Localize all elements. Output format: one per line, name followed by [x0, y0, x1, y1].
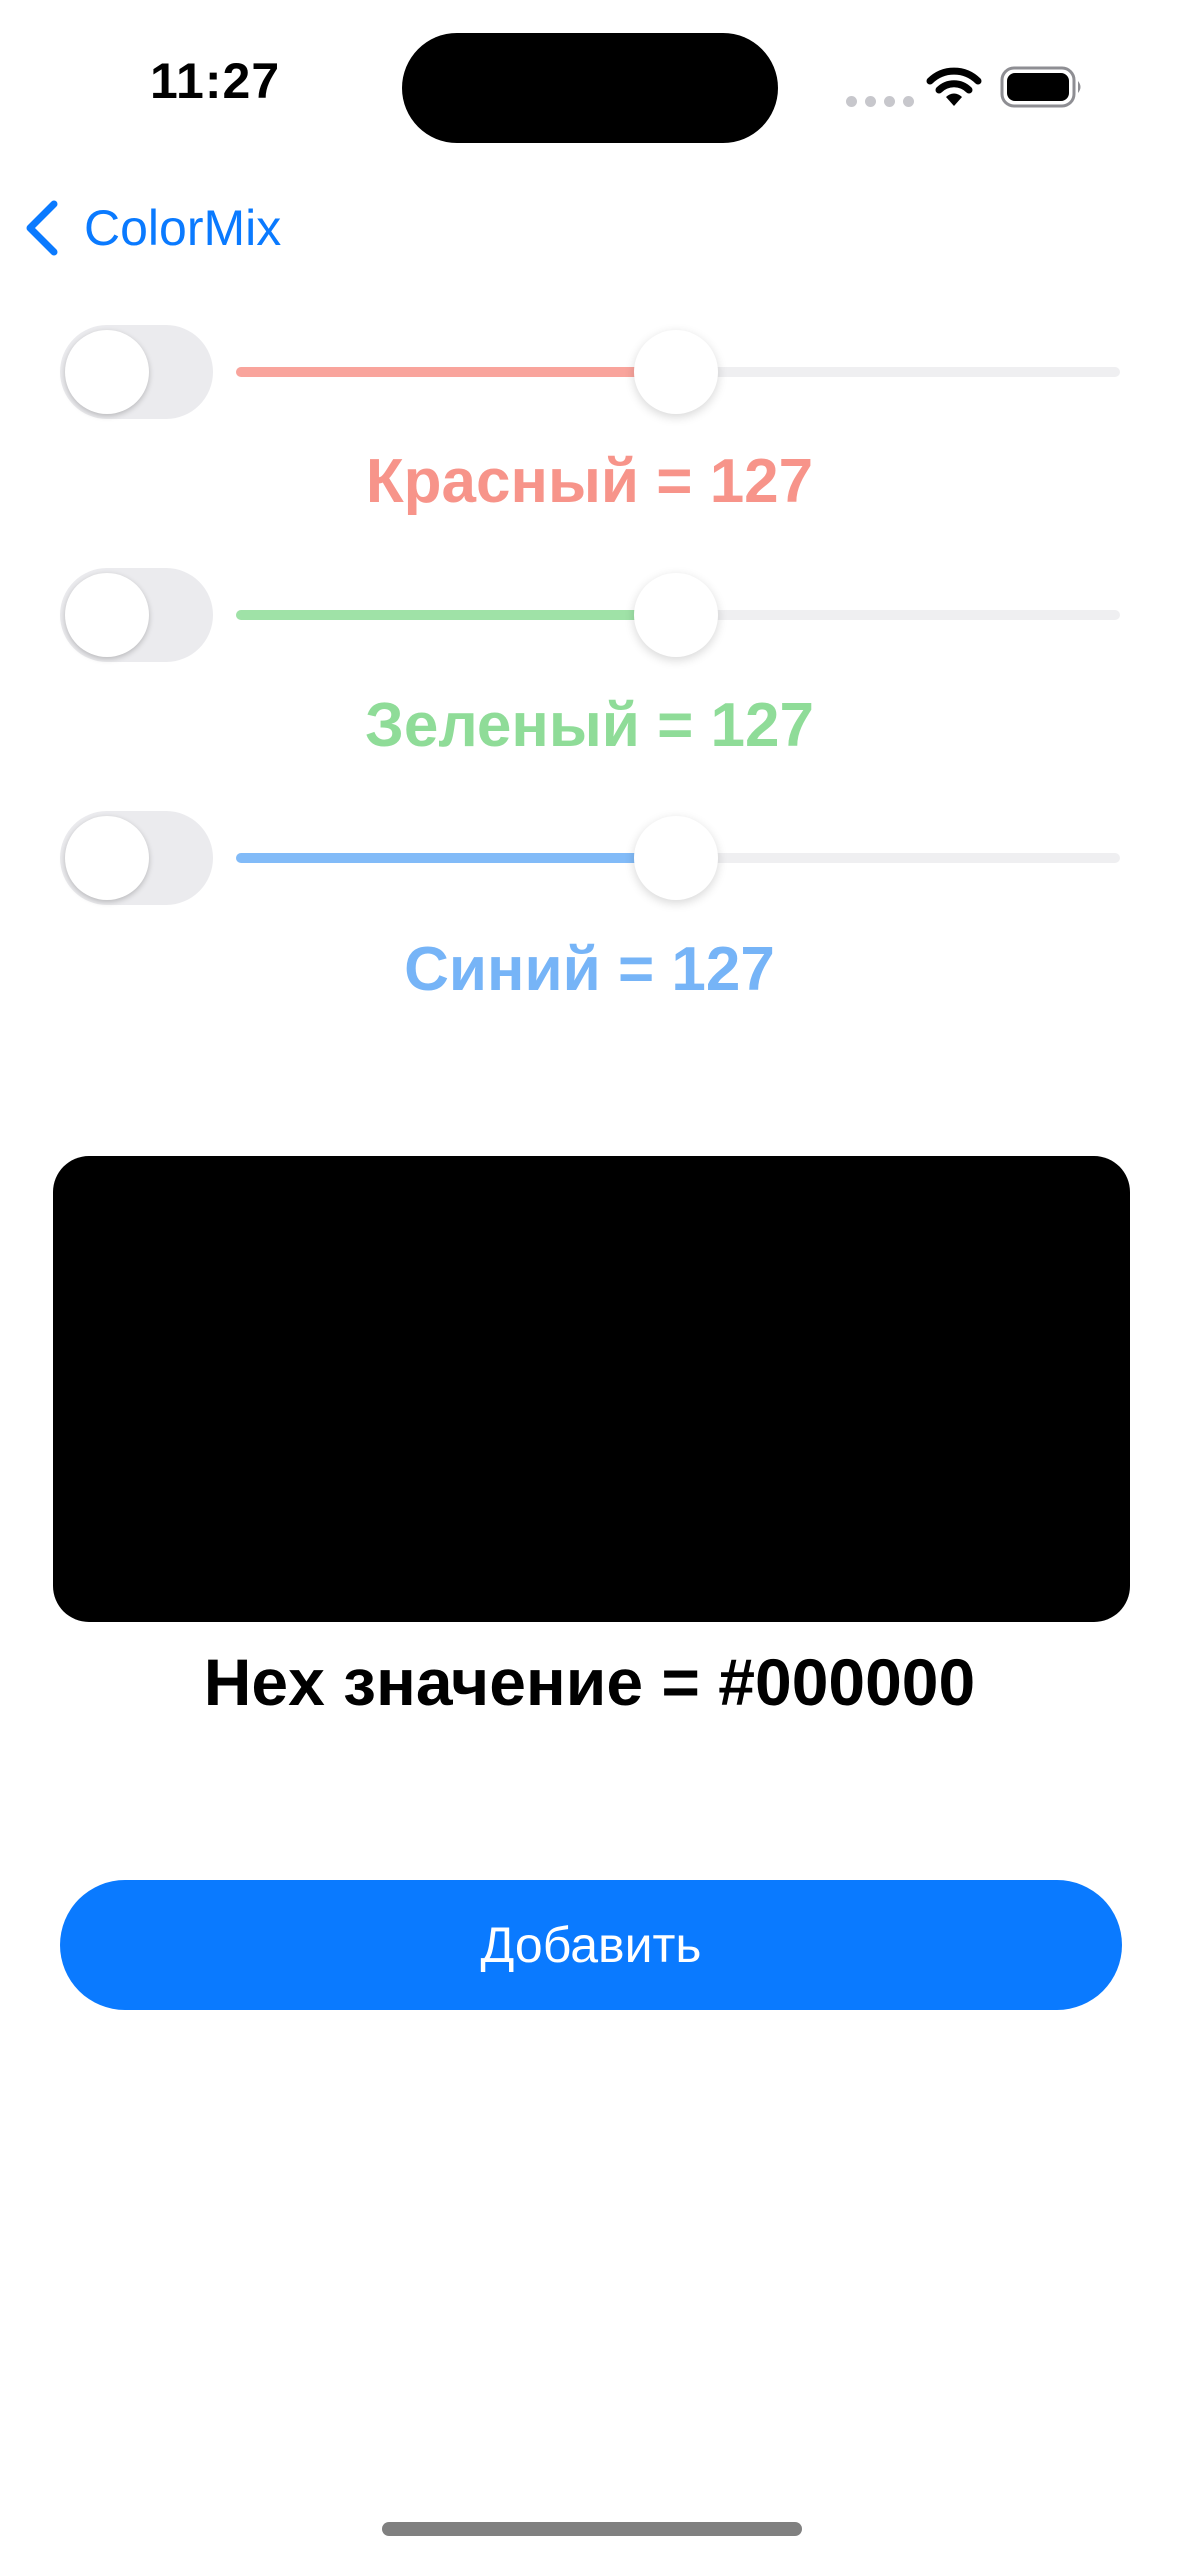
- cellular-signal-icon: [846, 96, 914, 107]
- slider-thumb[interactable]: [634, 573, 719, 657]
- green-value-label: Зеленый = 127: [365, 691, 814, 760]
- toggle-knob: [65, 330, 149, 414]
- toggle-knob: [65, 573, 149, 657]
- slider-fill: [236, 367, 677, 377]
- wifi-icon: [926, 67, 982, 106]
- slider-fill: [236, 610, 677, 620]
- hex-value-label: Hex значение = #000000: [203, 1645, 976, 1719]
- chevron-left-icon: [26, 200, 58, 256]
- green-slider[interactable]: [236, 570, 1120, 660]
- slider-thumb[interactable]: [634, 330, 719, 414]
- battery-icon: [1000, 66, 1081, 108]
- back-label: ColorMix: [84, 200, 282, 256]
- toggle-knob: [65, 816, 149, 900]
- blue-value-label: Синий = 127: [404, 935, 775, 1004]
- add-button[interactable]: Добавить: [60, 1880, 1122, 2010]
- blue-slider[interactable]: [236, 813, 1120, 903]
- back-button[interactable]: ColorMix: [22, 196, 281, 260]
- home-indicator: [382, 2522, 802, 2536]
- dynamic-island: [402, 33, 778, 143]
- slider-fill: [236, 853, 677, 863]
- red-value-label: Красный = 127: [365, 447, 814, 516]
- green-toggle[interactable]: [60, 568, 213, 662]
- blue-toggle[interactable]: [60, 811, 213, 905]
- color-preview: [53, 1156, 1130, 1622]
- slider-thumb[interactable]: [634, 816, 719, 900]
- status-time: 11:27: [150, 53, 281, 109]
- red-slider[interactable]: [236, 327, 1120, 417]
- red-toggle[interactable]: [60, 325, 213, 419]
